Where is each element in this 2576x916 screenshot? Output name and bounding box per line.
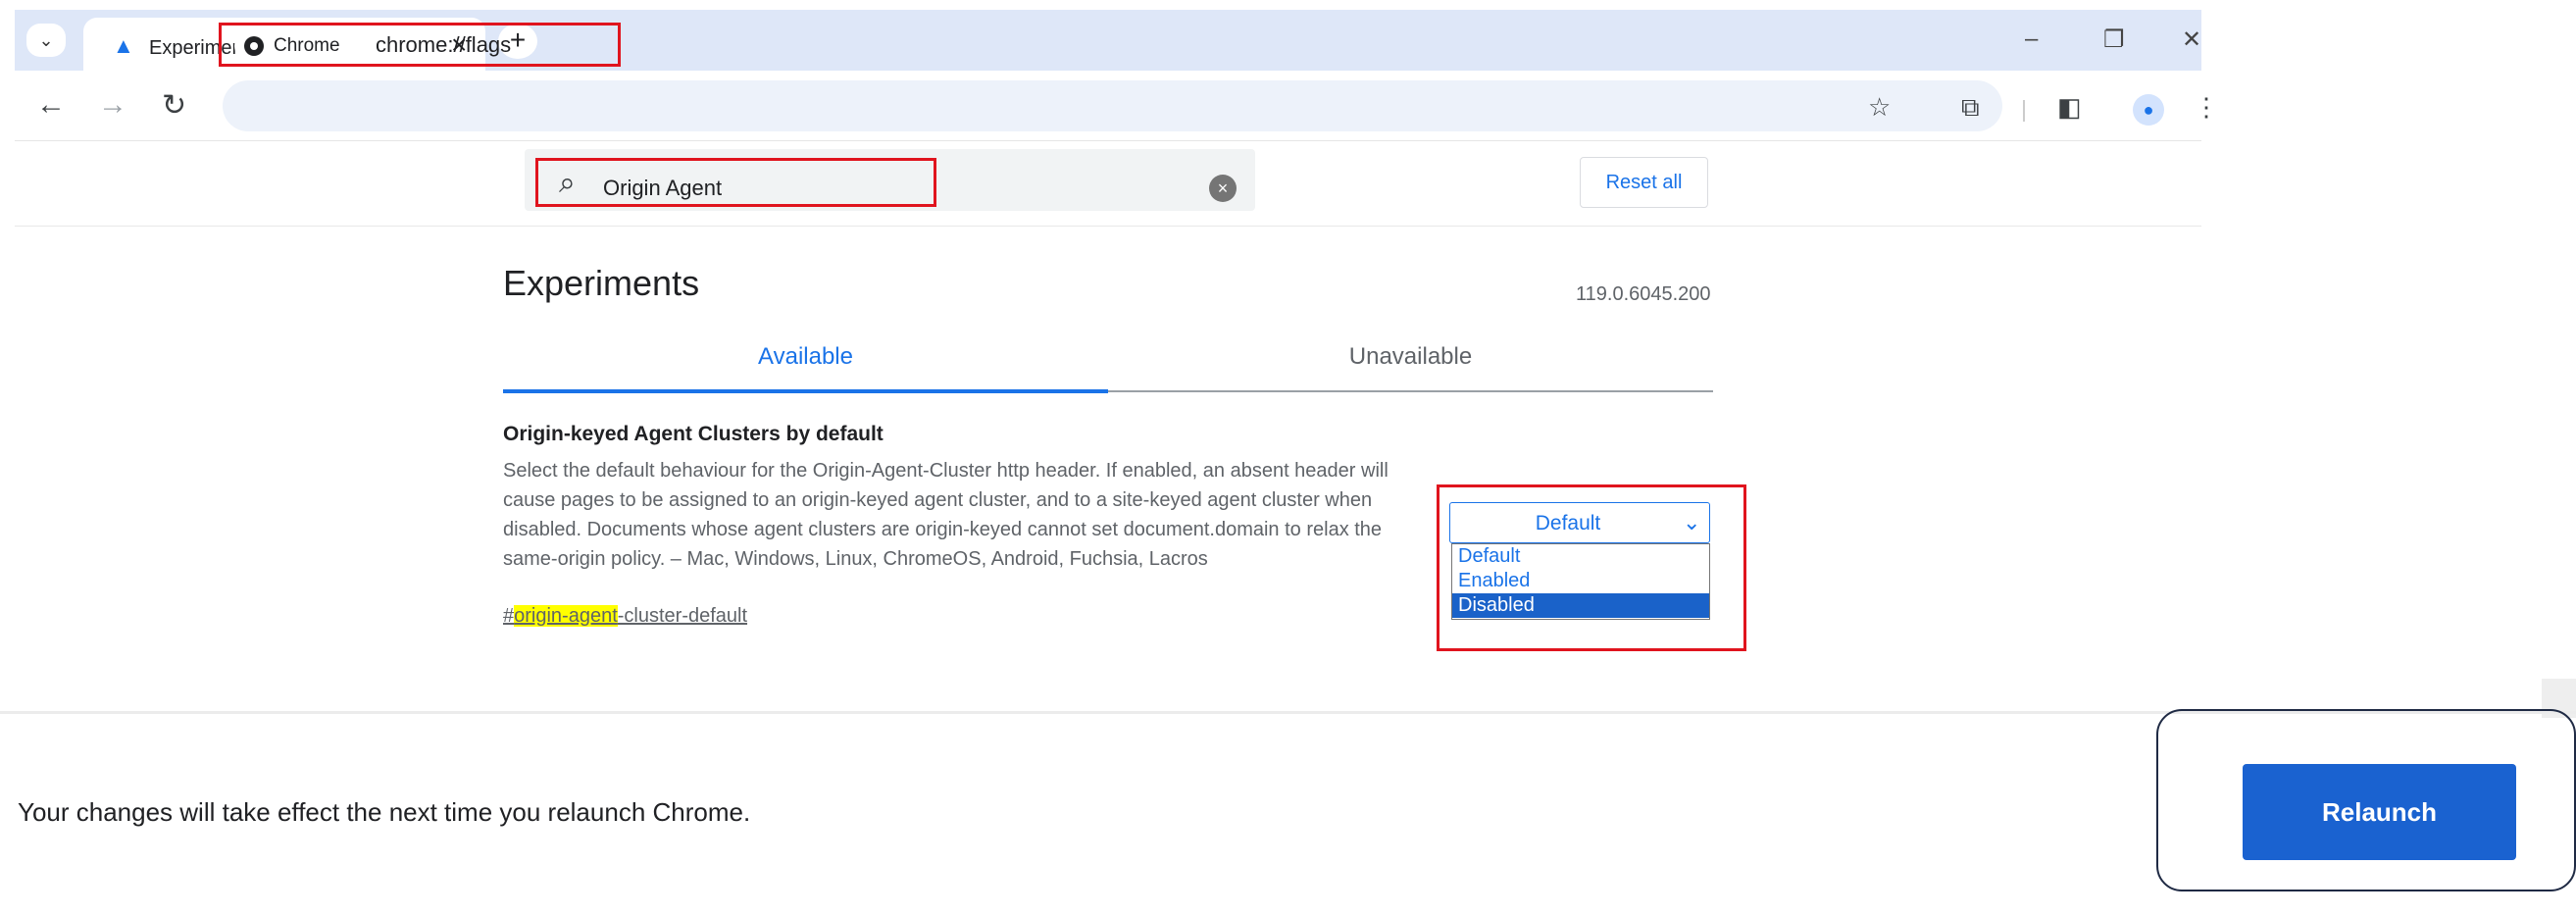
option-enabled[interactable]: Enabled: [1452, 569, 1709, 593]
omnibox[interactable]: [223, 80, 2002, 131]
chevron-down-icon: ⌄: [38, 29, 54, 50]
search-annotation-box: [535, 158, 936, 207]
tab-available[interactable]: Available: [503, 343, 1108, 371]
experiment-select[interactable]: Default ⌄: [1449, 502, 1710, 543]
option-default[interactable]: Default: [1452, 544, 1709, 569]
reload-icon[interactable]: ↻: [162, 88, 186, 123]
extensions-icon[interactable]: ⧉: [1961, 92, 1980, 124]
flask-icon: ▲: [113, 33, 134, 58]
experiment-description: Select the default behaviour for the Ori…: [503, 460, 1389, 570]
clear-search-icon[interactable]: ×: [1209, 175, 1237, 202]
permalink-prefix: #: [503, 605, 515, 627]
toolbar-divider: [2023, 100, 2025, 122]
bookmark-star-icon[interactable]: ☆: [1868, 92, 1891, 123]
tab-unavailable[interactable]: Unavailable: [1108, 343, 1713, 371]
forward-icon[interactable]: →: [98, 88, 127, 122]
permalink-highlight: origin-agent: [514, 605, 618, 627]
select-value: Default: [1535, 512, 1601, 534]
restore-icon[interactable]: ❐: [2103, 25, 2125, 54]
header-divider: [15, 226, 2201, 227]
reset-all-button[interactable]: Reset all: [1580, 157, 1708, 208]
side-panel-icon[interactable]: ◧: [2057, 92, 2082, 123]
minimize-icon[interactable]: –: [2025, 25, 2038, 53]
experiment-title: Origin-keyed Agent Clusters by default: [503, 423, 884, 445]
browser-window: ⌄ ▲ Experiments × + – ❐ ✕ ← → ↻ Chrome c…: [15, 10, 2219, 711]
active-tab-indicator: [503, 389, 1108, 393]
tab-search-button[interactable]: ⌄: [26, 24, 66, 57]
option-disabled[interactable]: Disabled: [1452, 593, 1709, 618]
permalink-suffix: -cluster-default: [617, 605, 748, 627]
address-annotation-box: [219, 23, 621, 67]
version-label: 119.0.6045.200: [1576, 283, 1711, 305]
experiment-permalink[interactable]: #origin-agent-cluster-default: [503, 605, 747, 628]
page-title: Experiments: [503, 263, 700, 303]
menu-kebab-icon[interactable]: ⋮: [2194, 92, 2219, 123]
chevron-down-icon: ⌄: [1683, 510, 1701, 534]
relaunch-button[interactable]: Relaunch: [2243, 764, 2516, 860]
relaunch-message: Your changes will take effect the next t…: [18, 797, 751, 827]
profile-avatar[interactable]: ●: [2133, 94, 2164, 126]
close-window-icon[interactable]: ✕: [2182, 25, 2201, 54]
select-dropdown: Default Enabled Disabled: [1451, 543, 1710, 620]
back-icon[interactable]: ←: [36, 88, 66, 122]
